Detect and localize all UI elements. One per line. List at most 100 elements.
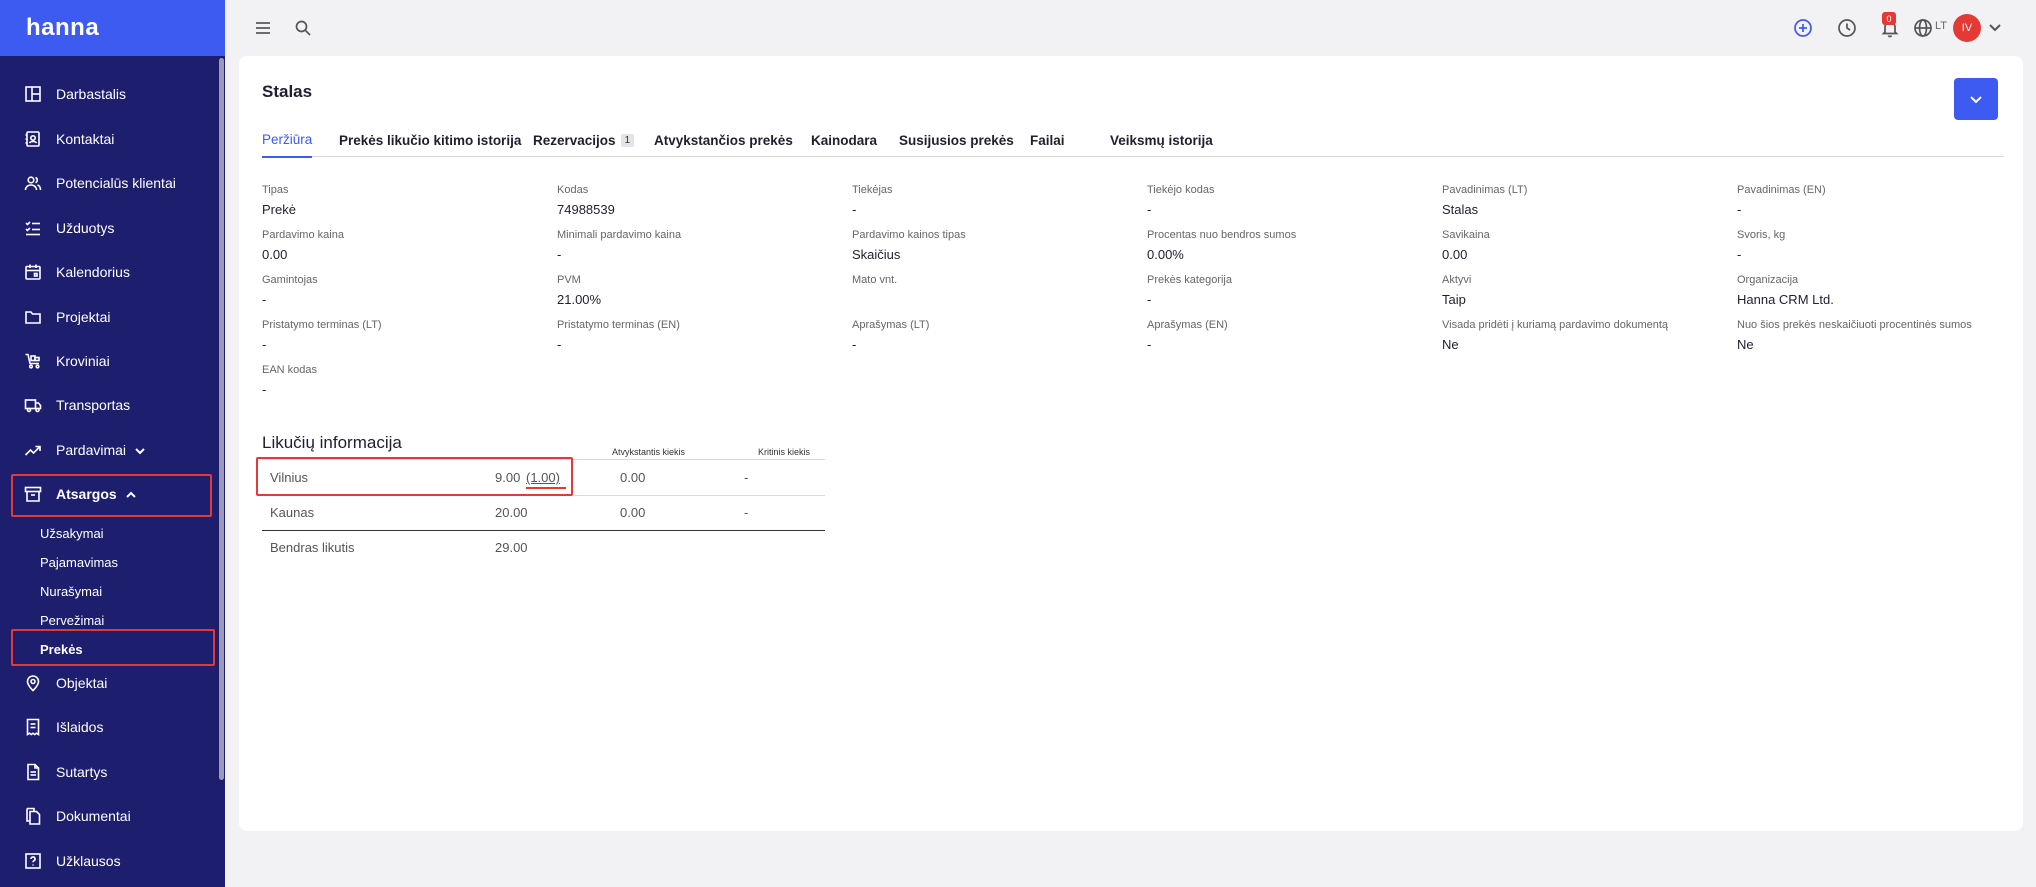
tab-bar: Peržiūra Prekės likučio kitimo istorija … [262, 123, 2004, 158]
sidebar-item-label: Užklausos [56, 853, 121, 869]
sidebar-item-islaidos[interactable]: Išlaidos [0, 709, 210, 745]
field-label: Tipas [262, 184, 289, 196]
field-kategorija: Prekės kategorija - [1147, 274, 1437, 307]
sidebar-item-label: Objektai [56, 675, 108, 691]
tab-veiksmu-istorija[interactable]: Veiksmų istorija [1110, 123, 1213, 157]
sidebar-item-label: Kontaktai [56, 131, 115, 147]
sidebar-subitem-label: Pajamavimas [40, 554, 119, 570]
stock-qty: 9.00 [495, 470, 521, 485]
sidebar-item-label: Projektai [56, 309, 111, 325]
field-label: Minimali pardavimo kaina [557, 229, 682, 241]
dashboard-icon [24, 85, 42, 103]
app-logo[interactable]: hanna [26, 14, 99, 42]
tab-label: Failai [1030, 132, 1065, 148]
avatar[interactable]: IV [1953, 14, 1981, 42]
chevron-up-icon [125, 488, 137, 500]
question-icon [24, 852, 42, 870]
sidebar-item-label: Darbastalis [56, 86, 127, 102]
field-label: Savikaina [1442, 229, 1490, 241]
menu-icon[interactable] [251, 16, 275, 40]
table-row: Vilnius 9.00 (1.00) 0.00 - [262, 460, 825, 495]
tab-likucio-istorija[interactable]: Prekės likučio kitimo istorija [339, 123, 521, 157]
chevron-down-icon[interactable] [1988, 20, 2002, 34]
tab-atvykstancios-prekes[interactable]: Atvykstančios prekės [654, 123, 793, 157]
field-aprasymas-en: Aprašymas (EN) - [1147, 319, 1437, 352]
sidebar-scrollbar[interactable] [219, 58, 224, 780]
sidebar-subitem-pajamavimas[interactable]: Pajamavimas [0, 547, 215, 577]
receipt-icon [24, 718, 42, 736]
sidebar-item-transportas[interactable]: Transportas [0, 387, 210, 423]
stock-reserved-qty[interactable]: (1.00) [526, 470, 560, 485]
sidebar-item-sutartys[interactable]: Sutartys [0, 754, 210, 790]
sidebar-item-uzklausos[interactable]: Užklausos [0, 843, 210, 879]
field-value: - [1147, 292, 1152, 307]
sidebar-item-potencialus-klientai[interactable]: Potencialūs klientai [0, 165, 210, 201]
notification-badge: 0 [1882, 12, 1896, 25]
sidebar-item-label: Sutartys [56, 764, 108, 780]
sidebar-item-objektai[interactable]: Objektai [0, 665, 210, 701]
tab-kainodara[interactable]: Kainodara [811, 123, 877, 157]
clock-icon[interactable] [1835, 16, 1859, 40]
contract-icon [24, 763, 42, 781]
field-neskaiciuoti-procentines: Nuo šios prekės neskaičiuoti procentinės… [1737, 319, 2027, 352]
stock-total-label: Bendras likutis [270, 540, 355, 555]
sidebar-item-kroviniai[interactable]: Kroviniai [0, 343, 210, 379]
sidebar-item-uzduotys[interactable]: Užduotys [0, 210, 210, 246]
stock-location: Kaunas [270, 505, 315, 520]
tab-failai[interactable]: Failai [1030, 123, 1065, 157]
sidebar-subitem-pervezimai[interactable]: Pervežimai [0, 605, 215, 635]
sidebar-item-kontaktai[interactable]: Kontaktai [0, 121, 210, 157]
logo-bar: hanna [0, 0, 225, 56]
tab-perziura[interactable]: Peržiūra [262, 123, 313, 158]
field-label: Procentas nuo bendros sumos [1147, 229, 1297, 241]
search-icon[interactable] [291, 16, 315, 40]
calendar-icon [24, 263, 42, 281]
field-pristatymo-terminas-en: Pristatymo terminas (EN) - [557, 319, 847, 352]
field-pardavimo-kaina: Pardavimo kaina 0.00 [262, 229, 552, 262]
tab-count-badge: 1 [620, 133, 635, 147]
field-value: - [852, 202, 857, 217]
sidebar-subitem-prekes[interactable]: Prekės [0, 634, 215, 664]
sidebar-subitem-label: Užsakymai [40, 525, 104, 541]
highlight-underline [526, 487, 566, 489]
field-label: Pavadinimas (EN) [1737, 184, 1826, 196]
stock-total-qty: 29.00 [495, 540, 528, 555]
sidebar-item-label: Išlaidos [56, 719, 104, 735]
tab-rezervacijos[interactable]: Rezervacijos 1 [533, 123, 635, 157]
language-selector[interactable]: LT [1935, 20, 1947, 32]
field-value: Stalas [1442, 202, 1479, 217]
field-value: 21.00% [557, 292, 602, 307]
sidebar-item-label: Užduotys [56, 220, 115, 236]
cart-icon [24, 352, 42, 370]
product-card: Stalas Peržiūra Prekės likučio kitimo is… [239, 56, 2023, 831]
tab-label: Prekės likučio kitimo istorija [339, 132, 522, 148]
field-label: PVM [557, 274, 581, 286]
table-row: Kaunas 20.00 0.00 - [262, 495, 825, 530]
sidebar-subitem-uzsakymai[interactable]: Užsakymai [0, 518, 215, 548]
actions-dropdown-button[interactable] [1954, 78, 1998, 120]
sidebar-item-dokumentai[interactable]: Dokumentai [0, 798, 210, 834]
field-label: Mato vnt. [852, 274, 898, 286]
field-aprasymas-lt: Aprašymas (LT) - [852, 319, 1142, 352]
tab-label: Susijusios prekės [899, 132, 1014, 148]
sidebar-item-projektai[interactable]: Projektai [0, 299, 210, 335]
location-icon [24, 674, 42, 692]
field-value: - [1737, 247, 1742, 262]
sidebar-item-darbastalis[interactable]: Darbastalis [0, 76, 210, 112]
column-header-critical: Kritinis kiekis [758, 447, 811, 457]
field-organizacija: Organizacija Hanna CRM Ltd. [1737, 274, 2027, 307]
field-label: Nuo šios prekės neskaičiuoti procentinės… [1737, 319, 1972, 331]
sidebar-item-kalendorius[interactable]: Kalendorius [0, 254, 210, 290]
sidebar-subitem-nurasymai[interactable]: Nurašymai [0, 576, 215, 606]
tab-label: Peržiūra [262, 132, 313, 147]
field-aktyvi: Aktyvi Taip [1442, 274, 1732, 307]
add-icon[interactable] [1791, 16, 1815, 40]
sidebar-item-atsargos[interactable]: Atsargos [0, 476, 210, 512]
field-label: Pristatymo terminas (EN) [557, 319, 680, 331]
tab-susijusios-prekes[interactable]: Susijusios prekės [899, 123, 1014, 157]
sidebar-item-pardavimai[interactable]: Pardavimai [0, 432, 210, 468]
globe-icon[interactable] [1911, 16, 1935, 40]
tab-label: Veiksmų istorija [1110, 132, 1213, 148]
field-label: Pardavimo kaina [262, 229, 344, 241]
folder-icon [24, 308, 42, 326]
